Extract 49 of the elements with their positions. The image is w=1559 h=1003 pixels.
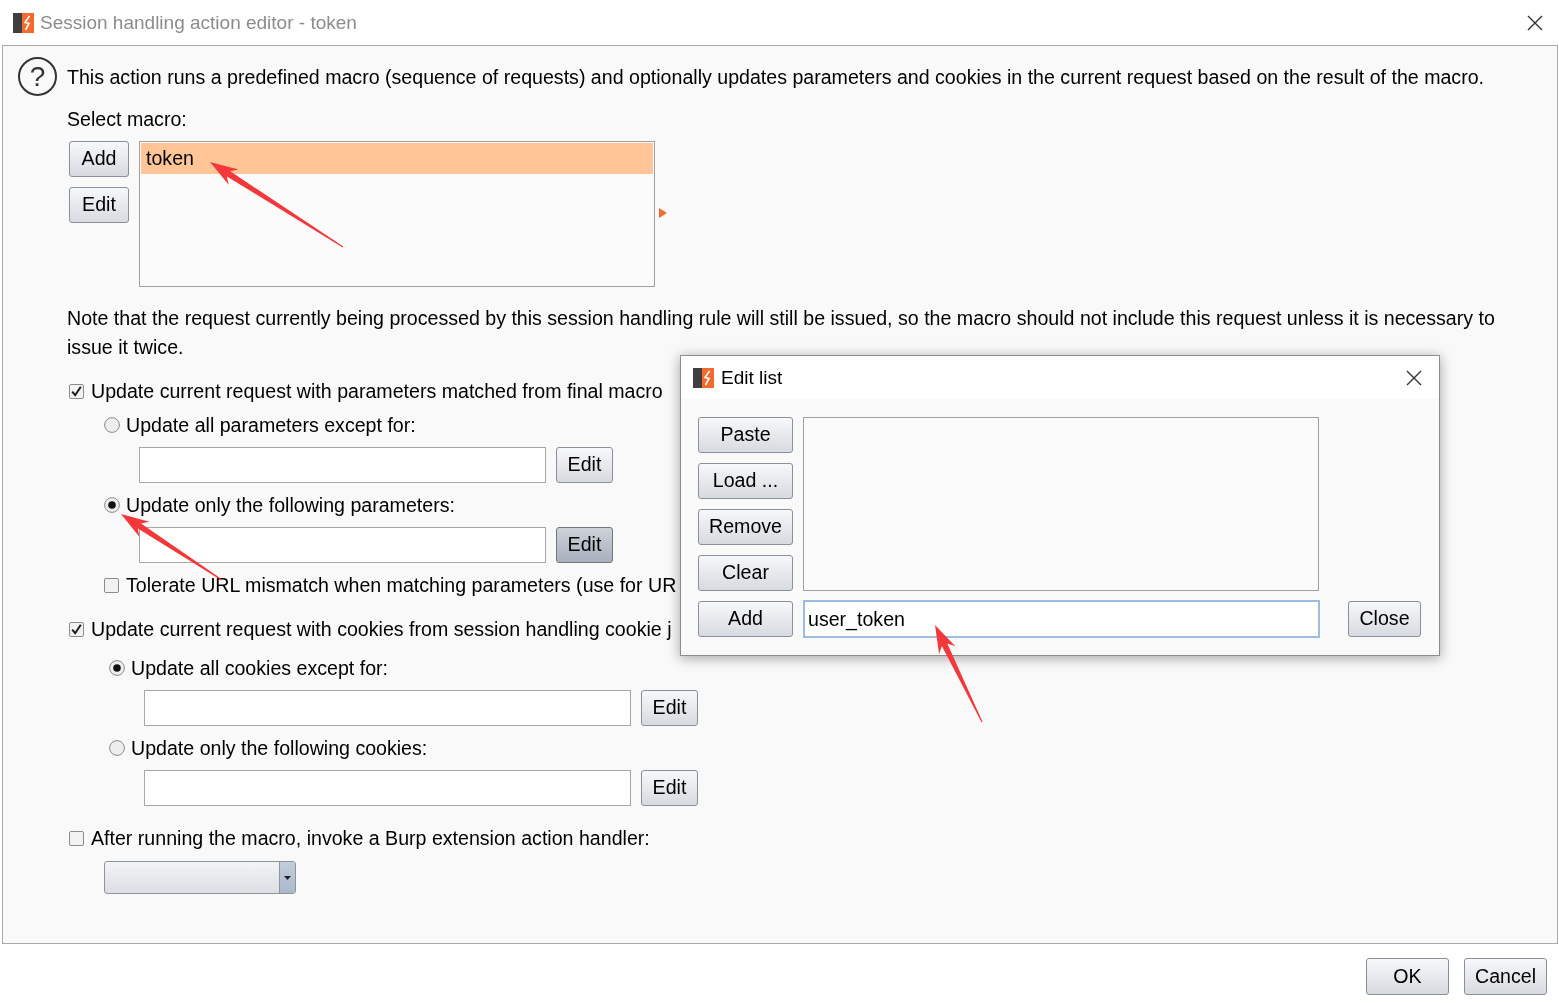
- dialog-button[interactable]: OK: [1366, 958, 1449, 995]
- text-field[interactable]: [144, 770, 631, 806]
- checkbox-label: Update current request with parameters matched from final macro: [91, 379, 663, 403]
- dialog-button[interactable]: Cancel: [1464, 958, 1547, 995]
- list-item[interactable]: token: [141, 143, 653, 174]
- radio-button[interactable]: [109, 660, 125, 676]
- list-action-button[interactable]: Paste: [698, 417, 793, 453]
- add-button[interactable]: Add: [698, 601, 793, 637]
- edit-button[interactable]: Edit: [641, 690, 698, 726]
- edit-button[interactable]: Edit: [641, 770, 698, 806]
- checkbox[interactable]: [69, 830, 84, 846]
- radio-label: Update only the following cookies:: [131, 736, 428, 760]
- note-text: Note that the request currently being processed by this session handling rule will still be issued, so the macro should not include this request unless it is necessary to issue it twice.: [67, 306, 1496, 360]
- radio-label: Update all cookies except for:: [131, 656, 389, 680]
- triangle-icon: [659, 208, 667, 218]
- help-icon: ?: [18, 57, 57, 96]
- checkbox-label: Update current request with cookies from session handling cookie j: [91, 617, 672, 641]
- close-icon[interactable]: [1527, 14, 1543, 31]
- description-text: This action runs a predefined macro (sequence of requests) and optionally updates parameters and cookies in the current request based on the result of the macro.: [67, 64, 1484, 89]
- app-icon: [692, 365, 716, 390]
- text-field[interactable]: [139, 447, 546, 483]
- checkbox[interactable]: [69, 621, 84, 637]
- checkbox[interactable]: [104, 577, 119, 593]
- radio-button[interactable]: [104, 417, 120, 433]
- checkbox[interactable]: [69, 383, 84, 399]
- macro-button[interactable]: Add: [69, 141, 129, 177]
- macro-button[interactable]: Edit: [69, 187, 129, 223]
- radio-label: Update only the following parameters:: [126, 493, 455, 517]
- edit-button[interactable]: Edit: [556, 447, 613, 483]
- text-field[interactable]: user_token: [803, 600, 1320, 638]
- dialog-title: Edit list: [721, 368, 783, 387]
- caret-icon: [284, 875, 291, 880]
- close-icon[interactable]: [1406, 369, 1422, 386]
- dropdown[interactable]: [104, 861, 296, 894]
- checkbox-label: Tolerate URL mismatch when matching parameters (use for UR: [126, 573, 677, 597]
- list-action-button[interactable]: Remove: [698, 509, 793, 545]
- close-button[interactable]: Close: [1348, 601, 1421, 637]
- window-title: Session handling action editor - token: [40, 13, 357, 32]
- list-action-button[interactable]: Load ...: [698, 463, 793, 499]
- radio-button[interactable]: [109, 740, 125, 756]
- app-icon: [12, 10, 36, 35]
- edit-button[interactable]: Edit: [556, 527, 613, 563]
- text-field[interactable]: [139, 527, 546, 563]
- radio-button[interactable]: [104, 497, 120, 513]
- text-field[interactable]: [144, 690, 631, 726]
- checkbox-label: After running the macro, invoke a Burp extension action handler:: [91, 826, 650, 850]
- radio-label: Update all parameters except for:: [126, 413, 416, 437]
- list-action-button[interactable]: Clear: [698, 555, 793, 591]
- section-label: Select macro:: [67, 107, 187, 131]
